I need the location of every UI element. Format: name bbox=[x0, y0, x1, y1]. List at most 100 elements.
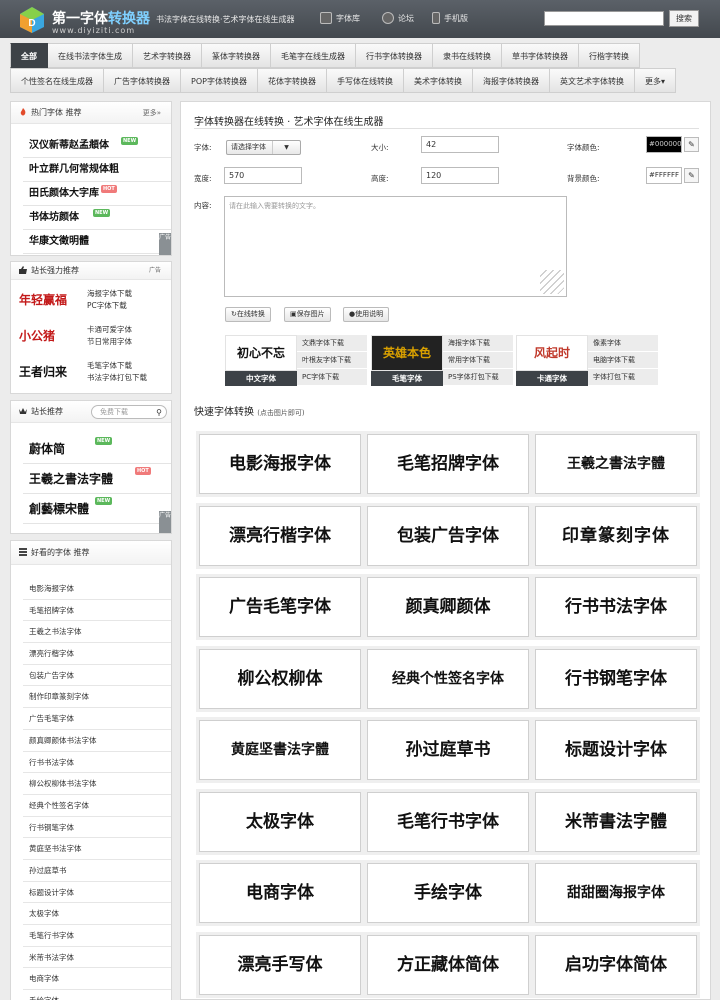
width-input[interactable]: 570 bbox=[224, 167, 302, 184]
promo-link[interactable]: 常用字体下载 bbox=[443, 352, 513, 369]
font-sample-tile[interactable]: 甜甜圈海报字体 bbox=[535, 863, 697, 923]
font-sample-tile[interactable]: 包装广告字体 bbox=[367, 505, 529, 566]
font-sample-tile[interactable]: 经典个性签名字体 bbox=[367, 648, 529, 709]
nav-item[interactable]: 手写体在线转换 bbox=[326, 68, 404, 93]
font-sample-tile[interactable]: 电商字体 bbox=[199, 863, 361, 923]
hot-font-item[interactable]: 汉仪新蒂赵孟頫体 NEW bbox=[23, 134, 171, 158]
color-picker-icon[interactable]: ✎ bbox=[684, 137, 699, 152]
font-sample-tile[interactable]: 手绘字体 bbox=[367, 863, 529, 923]
nav-item[interactable]: 更多▾ bbox=[634, 68, 676, 93]
nav-item[interactable]: POP字体转换器 bbox=[181, 68, 258, 93]
font-category-link[interactable]: 包装广告字体 bbox=[23, 664, 171, 687]
promo-link[interactable]: 文鼎字体下载 bbox=[297, 335, 367, 352]
font-library-link[interactable]: 字体库 bbox=[320, 12, 360, 24]
recommend-item[interactable]: 年轻赢福 海报字体下载 PC字体下载 bbox=[15, 284, 169, 318]
site-logo[interactable]: D 第一字体转换器 www.diyiziti.com bbox=[18, 6, 168, 35]
font-category-link[interactable]: 毛笔行书字体 bbox=[23, 925, 171, 947]
font-sample-tile[interactable]: 孙过庭草书 bbox=[367, 720, 529, 780]
font-sample-tile[interactable]: 太极字体 bbox=[199, 791, 361, 852]
nav-item[interactable]: 广告字体转换器 bbox=[104, 68, 181, 93]
promo-link[interactable]: 叶根友字体下载 bbox=[297, 352, 367, 369]
font-category-link[interactable]: 标题设计字体 bbox=[23, 881, 171, 904]
font-category-link[interactable]: 漂亮行楷字体 bbox=[23, 643, 171, 665]
font-sample-tile[interactable]: 广告毛笔字体 bbox=[199, 577, 361, 637]
color-picker-icon[interactable]: ✎ bbox=[684, 168, 699, 183]
nav-item[interactable]: 英文艺术字体转换 bbox=[549, 68, 635, 93]
height-input[interactable]: 120 bbox=[421, 167, 499, 184]
nav-item[interactable]: 行书字体转换器 bbox=[356, 43, 433, 68]
font-sample-tile[interactable]: 漂亮手写体 bbox=[199, 934, 361, 995]
font-category-link[interactable]: 毛笔招牌字体 bbox=[23, 599, 171, 622]
font-category-link[interactable]: 手绘字体 bbox=[23, 990, 171, 1000]
font-category-link[interactable]: 行书钢笔字体 bbox=[23, 816, 171, 839]
font-sample-tile[interactable]: 颜真卿颜体 bbox=[367, 577, 529, 637]
font-category-link[interactable]: 孙过庭草书 bbox=[23, 859, 171, 882]
search-input[interactable] bbox=[544, 11, 664, 26]
font-category-link[interactable]: 行书书法字体 bbox=[23, 751, 171, 774]
font-sample-tile[interactable]: 电影海报字体 bbox=[199, 434, 361, 494]
recommend-logo[interactable]: 王者归来 bbox=[19, 358, 71, 386]
recommend-item[interactable]: 王者归来 毛笔字体下载 书法字体打包下载 bbox=[15, 356, 169, 390]
font-category-link[interactable]: 米芾书法字体 bbox=[23, 946, 171, 969]
hot-fonts-more-link[interactable]: 更多» bbox=[143, 102, 161, 124]
nav-item[interactable]: 行楷字转换 bbox=[579, 43, 640, 68]
content-textarea[interactable]: 请在此输入需要转换的文字。 bbox=[224, 196, 567, 297]
font-category-link[interactable]: 经典个性签名字体 bbox=[23, 794, 171, 817]
convert-button[interactable]: ↻在线转换 bbox=[225, 307, 271, 322]
font-sample-tile[interactable]: 印章篆刻字体 bbox=[535, 505, 697, 566]
promo-label[interactable]: 卡通字体 bbox=[516, 371, 588, 386]
hot-font-item[interactable]: 华康文徵明體 bbox=[23, 230, 171, 254]
font-category-link[interactable]: 广告毛笔字体 bbox=[23, 708, 171, 730]
recommend-link[interactable]: 海报字体下载 bbox=[87, 288, 132, 300]
nav-item[interactable]: 个性签名在线生成器 bbox=[10, 68, 104, 93]
promo-link[interactable]: PC字体下载 bbox=[297, 369, 367, 386]
font-category-link[interactable]: 黄庭坚书法字体 bbox=[23, 838, 171, 860]
promo-label[interactable]: 毛笔字体 bbox=[371, 371, 443, 386]
recommend-link[interactable]: 书法字体打包下载 bbox=[87, 372, 147, 384]
font-sample-tile[interactable]: 毛笔招牌字体 bbox=[367, 434, 529, 494]
font-sample-tile[interactable]: 王羲之書法字體 bbox=[535, 434, 697, 494]
font-color-input[interactable]: #000000 bbox=[646, 136, 682, 153]
font-select[interactable]: 请选择字体 ▼ bbox=[226, 140, 301, 155]
font-category-link[interactable]: 颜真卿颜体书法字体 bbox=[23, 729, 171, 752]
search-button[interactable]: 搜索 bbox=[669, 10, 699, 27]
save-image-button[interactable]: ▣保存图片 bbox=[284, 307, 331, 322]
font-category-link[interactable]: 电商字体 bbox=[23, 968, 171, 991]
pick-font-item[interactable]: 王羲之書法字體 HOT bbox=[23, 464, 171, 494]
recommend-item[interactable]: 小公猪 卡通可爱字体 节日常用字体 bbox=[15, 320, 169, 354]
recommend-link[interactable]: 节日常用字体 bbox=[87, 336, 132, 348]
font-sample-tile[interactable]: 柳公权柳体 bbox=[199, 648, 361, 709]
recommend-logo[interactable]: 年轻赢福 bbox=[19, 286, 71, 314]
bg-color-input[interactable]: #FFFFFF bbox=[646, 167, 682, 184]
font-sample-tile[interactable]: 漂亮行楷字体 bbox=[199, 505, 361, 566]
download-search-input[interactable]: 免费下载 ⚲ bbox=[91, 405, 167, 419]
recommend-logo[interactable]: 小公猪 bbox=[19, 322, 71, 350]
nav-item[interactable]: 隶书在线转换 bbox=[433, 43, 502, 68]
forum-link[interactable]: 论坛 bbox=[382, 12, 414, 24]
font-category-link[interactable]: 柳公权柳体书法字体 bbox=[23, 773, 171, 795]
promo-label[interactable]: 中文字体 bbox=[225, 371, 297, 386]
promo-link[interactable]: 像素字体 bbox=[588, 335, 658, 352]
font-sample-tile[interactable]: 黄庭坚書法字體 bbox=[199, 720, 361, 780]
font-category-link[interactable]: 太极字体 bbox=[23, 903, 171, 925]
help-button[interactable]: ●使用说明 bbox=[343, 307, 390, 322]
promo-image[interactable]: 初心不忘 bbox=[225, 335, 297, 371]
search-icon[interactable]: ⚲ bbox=[156, 407, 162, 419]
recommend-link[interactable]: 毛笔字体下载 bbox=[87, 360, 147, 372]
resize-handle[interactable] bbox=[540, 270, 564, 294]
font-sample-tile[interactable]: 启功字体简体 bbox=[535, 934, 697, 995]
promo-image[interactable]: 英雄本色 bbox=[371, 335, 443, 371]
font-sample-tile[interactable]: 行书钢笔字体 bbox=[535, 648, 697, 709]
font-category-link[interactable]: 王羲之书法字体 bbox=[23, 621, 171, 644]
hot-font-item[interactable]: 田氏颜体大字库 HOT bbox=[23, 182, 171, 206]
mobile-link[interactable]: 手机版 bbox=[432, 12, 468, 24]
recommend-link[interactable]: PC字体下载 bbox=[87, 300, 132, 312]
size-input[interactable]: 42 bbox=[421, 136, 499, 153]
nav-item[interactable]: 全部 bbox=[10, 43, 48, 68]
recommend-link[interactable]: 卡通可爱字体 bbox=[87, 324, 132, 336]
hot-font-item[interactable]: 叶立群几何常规体粗 bbox=[23, 158, 171, 182]
promo-link[interactable]: 字体打包下载 bbox=[588, 369, 658, 386]
pick-font-item[interactable]: 創藝標宋體 NEW bbox=[23, 494, 171, 524]
font-sample-tile[interactable]: 毛笔行书字体 bbox=[367, 791, 529, 852]
hot-font-item[interactable]: 书体坊颜体 NEW bbox=[23, 206, 171, 230]
